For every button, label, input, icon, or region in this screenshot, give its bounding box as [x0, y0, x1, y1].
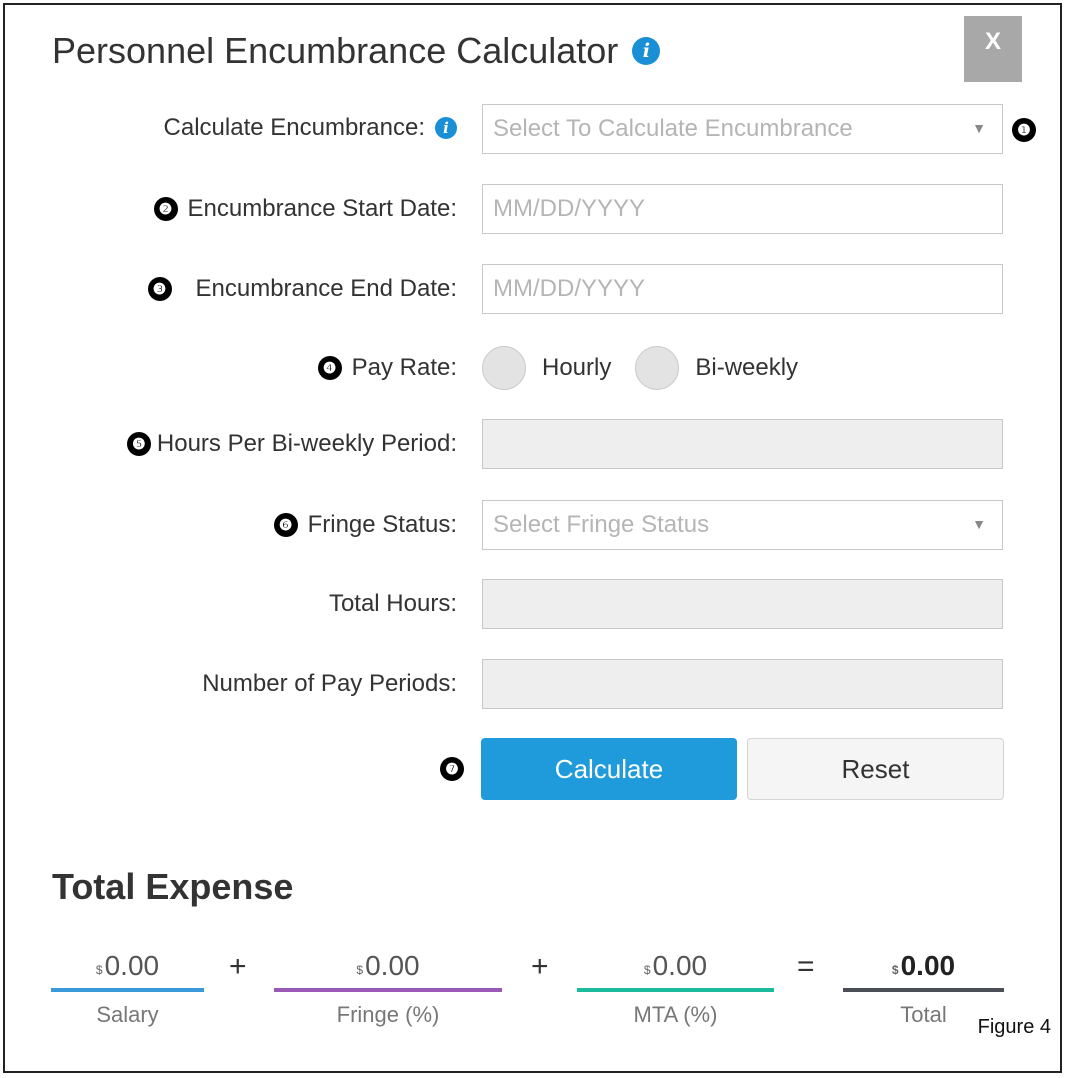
start-date-label: Encumbrance Start Date:	[187, 195, 457, 222]
start-date-label-row: ❷ Encumbrance Start Date:	[153, 184, 457, 234]
end-date-label: Encumbrance End Date:	[195, 275, 457, 302]
pay-rate-radio-group: Hourly Bi-weekly	[482, 344, 822, 392]
fringe-amount-row: $0.00	[274, 944, 502, 988]
plus-operator: +	[531, 950, 549, 983]
mta-caption: MTA (%)	[633, 1002, 718, 1027]
hours-label: Hours Per Bi-weekly Period:	[156, 430, 457, 457]
fringe-underline	[274, 988, 502, 992]
close-button[interactable]: X	[964, 16, 1022, 82]
fringe-caption: Fringe (%)	[336, 1002, 440, 1027]
pay-periods-input[interactable]	[482, 659, 1003, 709]
pay-rate-biweekly-label[interactable]: Bi-weekly	[695, 354, 798, 382]
reset-button[interactable]: Reset	[747, 738, 1004, 800]
marker-1: ❶	[1012, 118, 1036, 142]
calculate-button[interactable]: Calculate	[481, 738, 737, 800]
currency-symbol: $	[643, 963, 651, 977]
currency-symbol: $	[95, 963, 103, 977]
total-hours-label-row: Total Hours:	[329, 579, 457, 629]
salary-caption: Salary	[96, 1002, 159, 1027]
pay-rate-label-row: ❹ Pay Rate:	[317, 344, 457, 392]
pay-rate-biweekly-radio[interactable]	[635, 346, 680, 390]
start-date-input[interactable]: MM/DD/YYYY	[482, 184, 1003, 234]
figure-caption: Figure 4	[977, 1016, 1051, 1038]
end-date-input[interactable]: MM/DD/YYYY	[482, 264, 1003, 314]
fringe-status-placeholder: Select Fringe Status	[493, 511, 710, 538]
total-hours-input[interactable]	[482, 579, 1003, 629]
total-amount: 0.00	[900, 950, 956, 981]
caret-down-icon: ▼	[972, 120, 986, 136]
fringe-status-label: Fringe Status:	[307, 511, 457, 538]
marker-2: ❷	[153, 197, 178, 221]
info-icon[interactable]: i	[435, 117, 457, 139]
calculate-encumbrance-label: Calculate Encumbrance:	[163, 114, 425, 141]
end-date-label-row: ❸ Encumbrance End Date:	[147, 264, 457, 314]
total-expense-title: Total Expense	[52, 866, 294, 907]
marker-3: ❸	[147, 277, 172, 301]
plus-operator: +	[229, 950, 247, 983]
mta-expense: $0.00 MTA (%)	[577, 944, 774, 1028]
pay-periods-label: Number of Pay Periods:	[202, 670, 457, 697]
pay-rate-hourly-label[interactable]: Hourly	[542, 354, 611, 382]
dialog-title: Personnel Encumbrance Calculator	[52, 30, 619, 71]
info-icon[interactable]: i	[632, 37, 661, 65]
pay-periods-label-row: Number of Pay Periods:	[202, 659, 457, 709]
currency-symbol: $	[356, 963, 364, 977]
marker-4: ❹	[317, 356, 342, 380]
calculate-encumbrance-label-row: Calculate Encumbrance: i	[164, 103, 457, 153]
mta-underline	[577, 988, 774, 992]
end-date-placeholder: MM/DD/YYYY	[493, 275, 646, 302]
equals-operator: =	[797, 950, 815, 983]
marker-5: ❺	[126, 432, 151, 456]
salary-underline	[51, 988, 204, 992]
calculate-encumbrance-select[interactable]: Select To Calculate Encumbrance ▼	[482, 104, 1003, 154]
pay-rate-label: Pay Rate:	[351, 354, 457, 381]
hours-per-period-input[interactable]	[482, 419, 1003, 469]
hours-label-row: ❺ Hours Per Bi-weekly Period:	[126, 419, 457, 469]
fringe-status-label-row: ❻ Fringe Status:	[273, 500, 457, 550]
salary-amount-row: $0.00	[51, 944, 204, 988]
dialog-title-row: Personnel Encumbrance Calculator i	[52, 30, 661, 72]
marker-7: ❼	[440, 757, 464, 781]
pay-rate-hourly-radio[interactable]	[482, 346, 526, 390]
currency-symbol: $	[891, 963, 899, 977]
mta-amount: 0.00	[652, 950, 708, 981]
total-hours-label: Total Hours:	[328, 590, 457, 617]
salary-amount: 0.00	[104, 950, 160, 981]
salary-expense: $0.00 Salary	[51, 944, 204, 1028]
caret-down-icon: ▼	[972, 516, 986, 532]
total-amount-row: $0.00	[843, 944, 1004, 988]
fringe-status-select[interactable]: Select Fringe Status ▼	[482, 500, 1003, 550]
total-underline	[843, 988, 1004, 992]
fringe-expense: $0.00 Fringe (%)	[274, 944, 502, 1028]
calculate-encumbrance-placeholder: Select To Calculate Encumbrance	[493, 115, 853, 142]
fringe-amount: 0.00	[365, 950, 420, 981]
start-date-placeholder: MM/DD/YYYY	[493, 195, 646, 222]
mta-amount-row: $0.00	[577, 944, 774, 988]
marker-6: ❻	[273, 513, 298, 537]
